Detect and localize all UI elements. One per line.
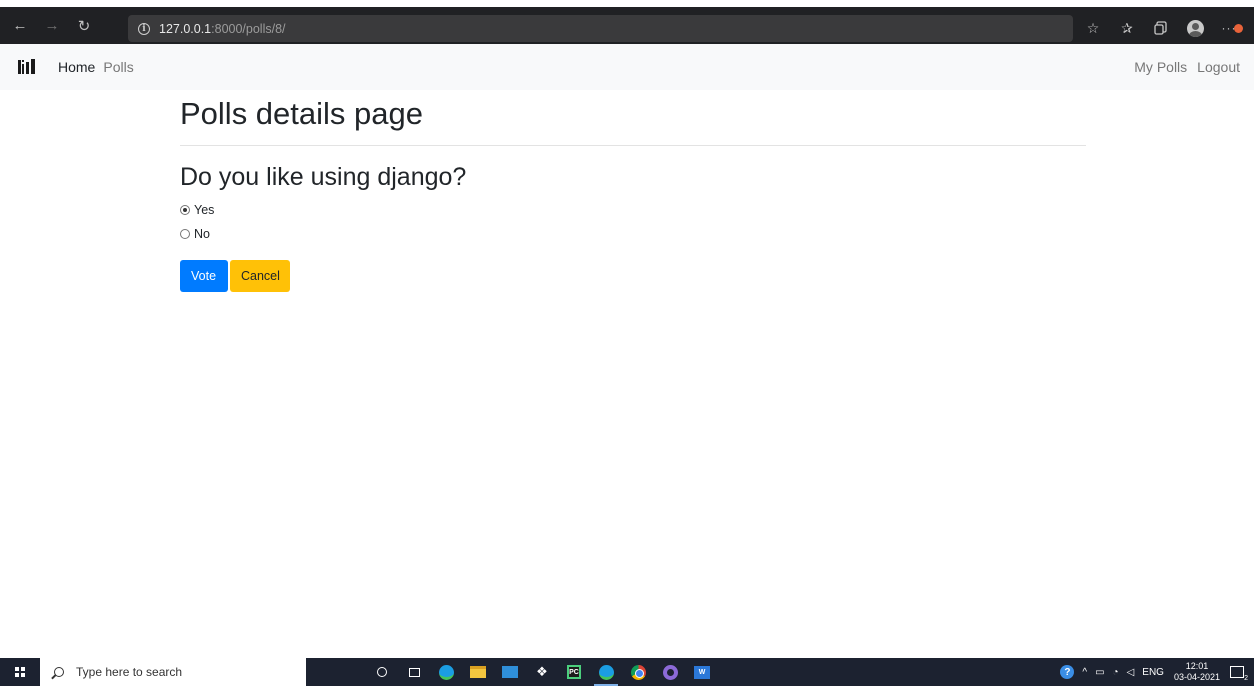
chevron-up-icon[interactable]: ^ [1082,667,1087,678]
volume-icon[interactable]: ◁ [1127,667,1135,678]
search-placeholder: Type here to search [76,665,183,679]
url-host: 127.0.0.1 [159,21,212,36]
github-icon [662,664,678,680]
pycharm-icon: PC [567,665,581,679]
folder-icon [470,666,486,678]
browser-toolbar: ← → ↻ i 127.0.0.1:8000/polls/8/ ☆ ✰ ··· [0,0,1254,44]
choice-no-label: No [194,227,210,241]
poll-question: Do you like using django? [180,163,467,191]
profile-avatar [1186,19,1204,37]
profile-icon[interactable] [1178,18,1212,38]
cancel-button[interactable]: Cancel [230,260,290,292]
edge-icon [438,664,454,680]
favorites-icon[interactable]: ✰ [1110,18,1144,38]
task-view-button[interactable] [398,658,430,686]
dropbox-icon: ❖ [536,664,548,679]
clock-date: 03-04-2021 [1173,672,1220,682]
edge-app-active[interactable] [590,658,622,686]
task-view-icon [408,667,420,677]
browser-actions: ☆ ✰ ··· [1076,18,1246,38]
radio-no[interactable] [180,229,190,239]
github-desktop-app[interactable] [654,658,686,686]
url-path: :8000/polls/8/ [211,21,286,36]
choice-yes-label: Yes [194,203,215,217]
cortana-icon [377,667,387,677]
address-bar[interactable]: i 127.0.0.1:8000/polls/8/ [128,15,1073,42]
edge-active-icon [598,664,614,680]
chrome-app[interactable] [622,658,654,686]
nav-link-home[interactable]: Home [58,59,95,75]
windows-taskbar: Type here to search ❖ PC W ? ^ ▭ ◔ ◁ ENG… [0,658,1254,686]
forward-button[interactable]: → [40,14,64,38]
wifi-icon[interactable]: ◔ [1113,667,1119,678]
choice-no[interactable]: No [180,227,1086,241]
back-arrow-icon: ← [12,17,28,34]
forward-arrow-icon: → [44,17,60,34]
nav-right-links: My Polls Logout [1134,59,1240,75]
form-buttons: Vote Cancel [180,260,1086,292]
vote-button[interactable]: Vote [180,260,228,292]
nav-link-my-polls[interactable]: My Polls [1134,59,1187,75]
app-navbar: Home Polls My Polls Logout [0,44,1254,90]
cortana-button[interactable] [366,658,398,686]
help-icon[interactable]: ? [1060,665,1075,679]
divider [180,145,1086,146]
word-app[interactable]: W [686,658,718,686]
more-menu-button[interactable]: ··· [1212,18,1246,38]
brand-logo-icon[interactable] [18,59,36,75]
mail-icon [502,666,518,678]
vote-form: Yes No Vote Cancel [180,203,1086,292]
notification-count: 2 [1244,675,1248,682]
url-text: 127.0.0.1:8000/polls/8/ [159,22,286,36]
radio-yes[interactable] [180,205,190,215]
reload-button[interactable]: ↻ [72,14,96,38]
back-button[interactable]: ← [8,14,32,38]
choice-yes[interactable]: Yes [180,203,1086,217]
windows-logo-icon [15,667,25,677]
pycharm-app[interactable]: PC [558,658,590,686]
page-title: Polls details page [180,96,423,131]
language-indicator[interactable]: ENG [1142,667,1164,678]
word-icon: W [694,665,710,679]
clock-time: 12:01 [1185,661,1209,671]
battery-icon[interactable]: ▭ [1095,667,1104,678]
file-explorer-app[interactable] [462,658,494,686]
search-icon [54,667,64,677]
nav-link-polls[interactable]: Polls [103,59,133,75]
notification-center-icon[interactable]: 2 [1230,666,1248,682]
favorite-star-icon[interactable]: ☆ [1076,18,1110,38]
start-button[interactable] [0,658,40,686]
reload-icon: ↻ [77,17,91,35]
taskbar-search-box[interactable]: Type here to search [40,658,306,686]
clock[interactable]: 12:01 03-04-2021 [1174,661,1220,683]
taskbar-apps: ❖ PC W [366,658,718,686]
more-dots-icon: ··· [1222,21,1243,35]
collections-icon[interactable] [1144,18,1178,38]
main-content: Polls details page Do you like using dja… [180,90,1086,292]
info-icon[interactable]: i [138,22,150,35]
nav-link-logout[interactable]: Logout [1197,59,1240,75]
edge-app[interactable] [430,658,462,686]
mail-app[interactable] [494,658,526,686]
system-tray: ? ^ ▭ ◔ ◁ ENG 12:01 03-04-2021 2 [1056,658,1254,686]
chrome-icon [630,664,646,680]
update-badge [1233,24,1243,33]
dropbox-app[interactable]: ❖ [526,658,558,686]
